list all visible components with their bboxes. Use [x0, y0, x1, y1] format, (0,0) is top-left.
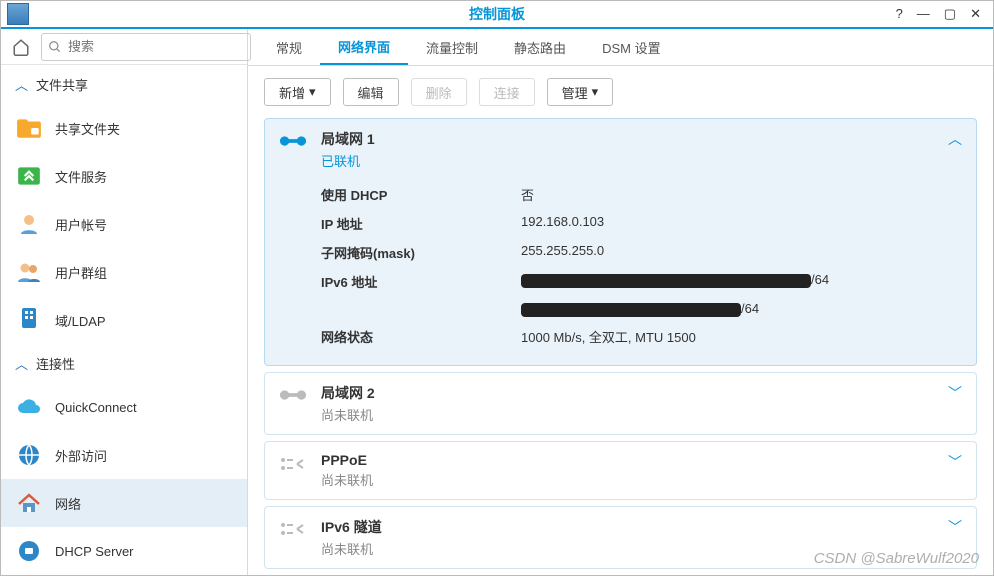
domain-icon — [15, 306, 43, 334]
close-icon[interactable]: ✕ — [970, 6, 981, 22]
add-button[interactable]: 新增▾ — [264, 78, 331, 106]
interface-name: PPPoE — [321, 452, 373, 468]
window-title: 控制面板 — [469, 4, 525, 24]
interface-status: 尚未联机 — [321, 470, 373, 489]
caret-down-icon: ▾ — [592, 84, 599, 100]
file-services-icon — [15, 162, 43, 190]
interface-ipv6-tunnel[interactable]: IPv6 隧道 尚未联机 ﹀ — [264, 506, 977, 569]
home-icon — [12, 38, 30, 56]
globe-icon — [15, 441, 43, 469]
tabs: 常规 网络界面 流量控制 静态路由 DSM 设置 — [248, 29, 993, 66]
sidebar-item-file-services[interactable]: 文件服务 — [1, 152, 247, 200]
dhcp-icon — [15, 537, 43, 565]
interface-status: 尚未联机 — [321, 405, 375, 424]
folder-icon — [15, 114, 43, 142]
interface-lan1[interactable]: 局域网 1 已联机 ︿ 使用 DHCP否 IP 地址192.168.0.103 … — [264, 118, 977, 366]
toolbar: 新增▾ 编辑 删除 连接 管理▾ — [248, 66, 993, 118]
chevron-down-icon: ﹀ — [948, 517, 962, 537]
sidebar-item-quickconnect[interactable]: QuickConnect — [1, 383, 247, 431]
user-icon — [15, 210, 43, 238]
interface-pppoe[interactable]: PPPoE 尚未联机 ﹀ — [264, 441, 977, 500]
chevron-down-icon: ﹀ — [948, 452, 962, 472]
sidebar-item-domain[interactable]: 域/LDAP — [1, 296, 247, 344]
tab-interface[interactable]: 网络界面 — [320, 29, 408, 65]
sidebar-item-user[interactable]: 用户帐号 — [1, 200, 247, 248]
cloud-icon — [15, 393, 43, 421]
sidebar-item-shared-folder[interactable]: 共享文件夹 — [1, 104, 247, 152]
section-connectivity[interactable]: ︿ 连接性 — [1, 344, 247, 383]
interface-status: 已联机 — [321, 151, 375, 170]
tab-static-route[interactable]: 静态路由 — [496, 29, 584, 65]
help-icon[interactable]: ? — [896, 6, 903, 22]
network-icon — [15, 489, 43, 517]
maximize-icon[interactable]: ▢ — [944, 6, 956, 22]
chevron-up-icon: ︿ — [948, 129, 962, 149]
pppoe-icon — [279, 454, 307, 474]
tab-traffic[interactable]: 流量控制 — [408, 29, 496, 65]
tunnel-icon — [279, 519, 307, 539]
interface-status: 尚未联机 — [321, 539, 382, 558]
connect-button: 连接 — [479, 78, 535, 106]
minimize-icon[interactable]: — — [917, 6, 930, 22]
lan-connected-icon — [279, 131, 307, 151]
home-button[interactable] — [11, 33, 31, 61]
sidebar-item-external-access[interactable]: 外部访问 — [1, 431, 247, 479]
manage-button[interactable]: 管理▾ — [547, 78, 614, 106]
group-icon — [15, 258, 43, 286]
app-icon — [7, 3, 29, 25]
interface-lan2[interactable]: 局域网 2 尚未联机 ﹀ — [264, 372, 977, 435]
interface-name: 局域网 2 — [321, 383, 375, 403]
chevron-down-icon: ﹀ — [948, 383, 962, 403]
sidebar: ︿ 文件共享 共享文件夹 文件服务 用户帐号 用户群组 域/LDAP — [1, 29, 248, 575]
edit-button[interactable]: 编辑 — [343, 78, 399, 106]
tab-dsm[interactable]: DSM 设置 — [584, 29, 679, 65]
redacted-text — [521, 303, 741, 317]
tab-general[interactable]: 常规 — [258, 29, 320, 65]
titlebar: 控制面板 ? — ▢ ✕ — [1, 1, 993, 29]
search-box[interactable] — [41, 33, 251, 61]
sidebar-item-group[interactable]: 用户群组 — [1, 248, 247, 296]
sidebar-item-network[interactable]: 网络 — [1, 479, 247, 527]
interface-name: IPv6 隧道 — [321, 517, 382, 537]
redacted-text — [521, 274, 811, 288]
search-icon — [48, 40, 62, 54]
sidebar-item-dhcp[interactable]: DHCP Server — [1, 527, 247, 575]
lan-disconnected-icon — [279, 385, 307, 405]
delete-button: 删除 — [411, 78, 467, 106]
main-panel: 常规 网络界面 流量控制 静态路由 DSM 设置 新增▾ 编辑 删除 连接 管理… — [248, 29, 993, 575]
section-file-share[interactable]: ︿ 文件共享 — [1, 65, 247, 104]
caret-down-icon: ▾ — [309, 84, 316, 100]
interface-details: 使用 DHCP否 IP 地址192.168.0.103 子网掩码(mask)25… — [265, 180, 976, 365]
search-input[interactable] — [68, 39, 244, 54]
chevron-up-icon: ︿ — [15, 75, 28, 94]
interface-name: 局域网 1 — [321, 129, 375, 149]
chevron-up-icon: ︿ — [15, 354, 28, 373]
